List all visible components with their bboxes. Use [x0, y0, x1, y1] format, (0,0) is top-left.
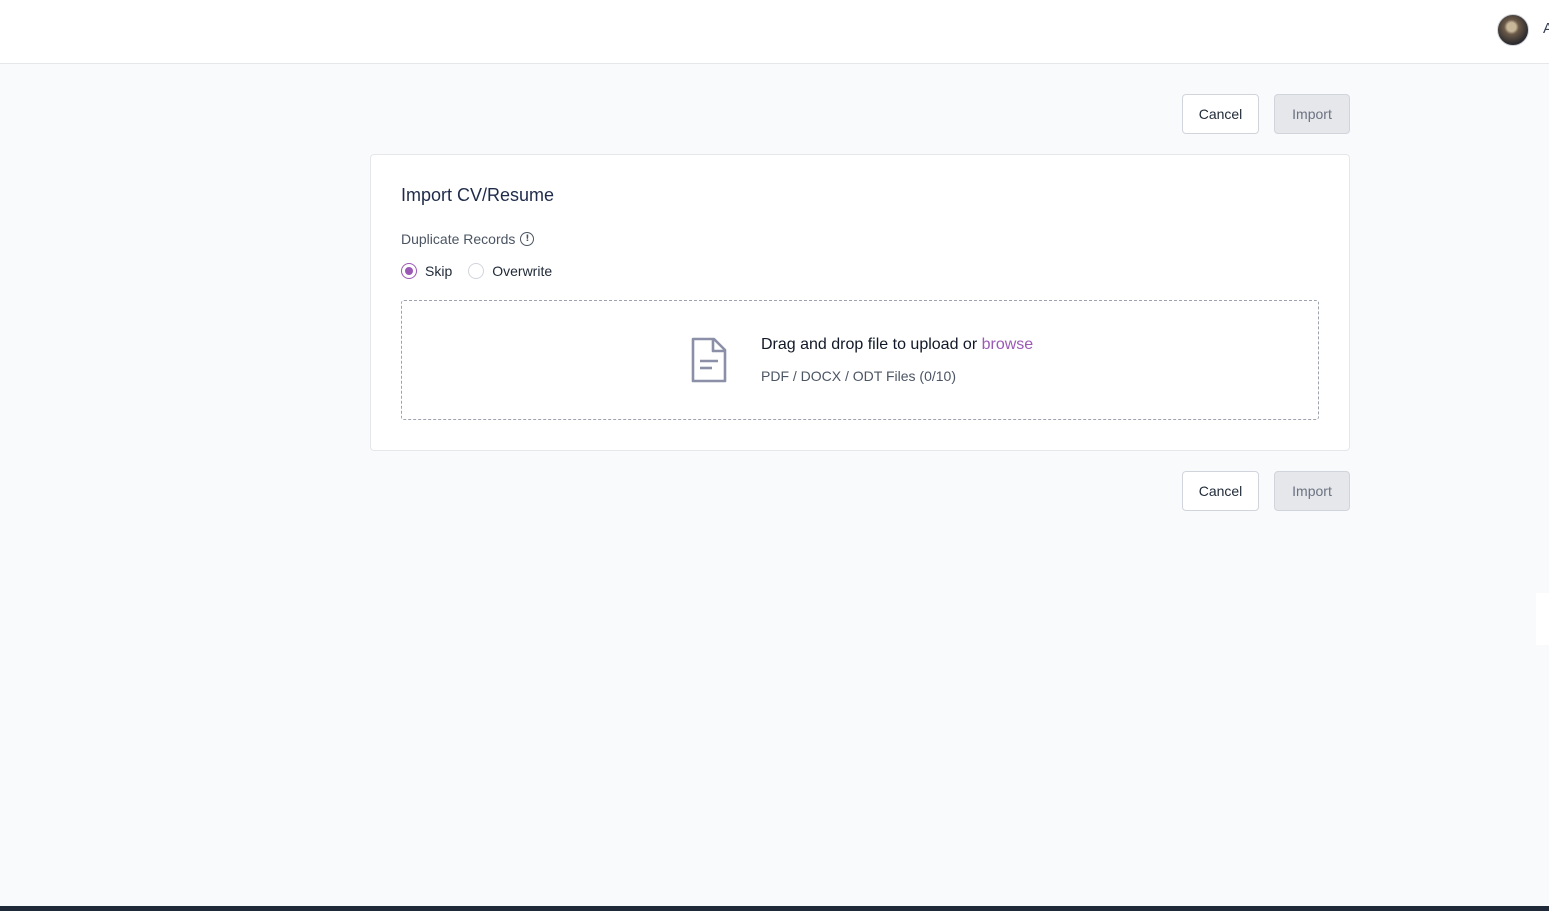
- cancel-button-bottom[interactable]: Cancel: [1182, 471, 1259, 511]
- import-card: Import CV/Resume Duplicate Records ! Ski…: [370, 154, 1350, 451]
- top-bar: A: [0, 0, 1549, 64]
- dropzone-main-text: Drag and drop file to upload or: [761, 336, 978, 353]
- user-name[interactable]: A: [1543, 20, 1549, 37]
- browse-link[interactable]: browse: [982, 336, 1034, 353]
- info-icon[interactable]: !: [520, 232, 535, 246]
- import-button-top[interactable]: Import: [1274, 94, 1350, 134]
- dropzone-file-types: PDF / DOCX / ODT Files (0/10): [761, 368, 956, 384]
- duplicate-records-text: Duplicate Records: [401, 231, 516, 247]
- card-title: Import CV/Resume: [401, 185, 555, 205]
- import-button-bottom[interactable]: Import: [1274, 471, 1350, 511]
- duplicate-records-label: Duplicate Records !: [401, 231, 535, 247]
- radio-option-skip[interactable]: Skip: [401, 263, 452, 279]
- radio-skip[interactable]: [401, 263, 417, 279]
- bottom-border: [0, 906, 1549, 911]
- document-icon: [691, 337, 727, 383]
- cancel-button-top[interactable]: Cancel: [1182, 94, 1259, 134]
- radio-option-overwrite[interactable]: Overwrite: [468, 263, 552, 279]
- radio-overwrite[interactable]: [468, 263, 485, 279]
- duplicate-radio-group: Skip Overwrite: [401, 263, 568, 279]
- radio-skip-label: Skip: [425, 263, 453, 279]
- side-edge-tab[interactable]: [1536, 593, 1549, 645]
- radio-overwrite-label: Overwrite: [492, 263, 553, 279]
- user-avatar[interactable]: [1497, 14, 1529, 46]
- dropzone-text: Drag and drop file to upload or browse: [761, 336, 1033, 354]
- file-dropzone[interactable]: Drag and drop file to upload or browse P…: [401, 300, 1319, 420]
